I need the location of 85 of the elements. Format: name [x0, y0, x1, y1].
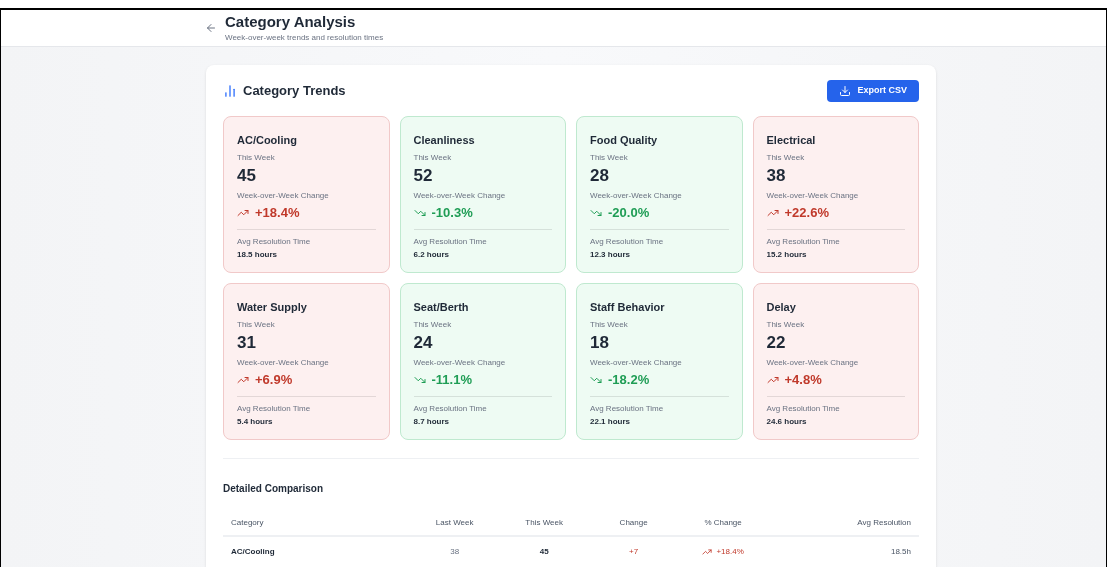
table-cell-text: 18.5h: [889, 546, 911, 558]
stat-label: Avg Resolution Time: [590, 236, 665, 248]
category-name: Electrical: [766, 133, 817, 148]
back-arrow-icon[interactable]: [205, 22, 217, 34]
change-percent: +6.9%: [255, 372, 293, 388]
this-week-count: 45: [237, 165, 257, 187]
stat-label: Week-over-Week Change: [590, 190, 683, 202]
change-percent: -20.0%: [608, 205, 650, 221]
category-name: Water Supply: [237, 300, 308, 315]
stat-label: This Week: [766, 152, 806, 164]
this-week-count: 22: [766, 332, 787, 354]
bar-chart-icon: [223, 84, 237, 98]
change-percent: +4.8%: [784, 372, 822, 388]
category-name: Delay: [766, 300, 797, 315]
table-cell-text: +7: [628, 546, 640, 558]
page-title: Category Analysis: [225, 12, 357, 32]
table-cell-text: AC/Cooling: [231, 546, 276, 558]
category-name: AC/Cooling: [237, 133, 298, 148]
stat-label: Week-over-Week Change: [413, 190, 507, 202]
trending-up-icon: [766, 374, 779, 386]
change-percent: +18.4%: [255, 205, 300, 221]
category-name: Staff Behavior: [590, 300, 666, 315]
stat-label: This Week: [237, 152, 276, 164]
trending-up-icon: [237, 207, 249, 219]
column-header: This Week: [524, 517, 564, 529]
column-header: Avg Resolution: [856, 517, 911, 529]
resolution-time: 15.2 hours: [766, 249, 808, 261]
trending-down-icon: [590, 374, 602, 386]
stat-label: Week-over-Week Change: [237, 357, 330, 369]
change-percent: -11.1%: [431, 372, 472, 388]
panel-title: Category Trends: [243, 82, 346, 101]
table-cell-text: 38: [449, 546, 461, 558]
stat-label: Avg Resolution Time: [590, 403, 665, 415]
trending-up-icon: [766, 207, 779, 219]
table-cell-text: 45: [538, 546, 550, 558]
trending-down-icon: [413, 374, 426, 386]
category-name: Food Quality: [590, 133, 659, 148]
this-week-count: 24: [413, 332, 434, 354]
resolution-time: 5.4 hours: [237, 416, 274, 428]
this-week-count: 28: [590, 165, 610, 187]
change-percent: -10.3%: [431, 205, 473, 221]
stat-label: Week-over-Week Change: [766, 357, 860, 369]
stat-label: Week-over-Week Change: [413, 357, 507, 369]
change-percent: +22.6%: [784, 205, 829, 221]
this-week-count: 31: [237, 332, 257, 354]
stat-label: This Week: [237, 319, 276, 331]
stat-label: Avg Resolution Time: [766, 236, 841, 248]
this-week-count: 18: [590, 332, 610, 354]
resolution-time: 22.1 hours: [590, 416, 631, 428]
resolution-time: 12.3 hours: [590, 249, 631, 261]
stat-label: Week-over-Week Change: [766, 190, 860, 202]
stat-label: This Week: [413, 152, 453, 164]
page-subtitle: Week-over-week trends and resolution times: [225, 32, 384, 44]
trending-down-icon: [413, 207, 426, 219]
this-week-count: 52: [413, 165, 434, 187]
resolution-time: 24.6 hours: [766, 416, 808, 428]
stat-label: This Week: [590, 152, 629, 164]
column-header: % Change: [703, 517, 743, 529]
stat-label: This Week: [413, 319, 453, 331]
resolution-time: 8.7 hours: [413, 416, 451, 428]
resolution-time: 18.5 hours: [237, 249, 278, 261]
trending-up-icon: [237, 374, 249, 386]
category-name: Cleanliness: [413, 133, 476, 148]
resolution-time: 6.2 hours: [413, 249, 451, 261]
stat-label: Week-over-Week Change: [590, 357, 683, 369]
column-header: Last Week: [434, 517, 475, 529]
column-header: Category: [231, 517, 265, 529]
trending-up-icon: [702, 547, 713, 557]
stat-label: Avg Resolution Time: [413, 403, 488, 415]
stat-label: Week-over-Week Change: [237, 190, 330, 202]
stat-label: Avg Resolution Time: [766, 403, 841, 415]
column-header: Change: [618, 517, 649, 529]
download-icon: [839, 85, 852, 97]
stat-label: Avg Resolution Time: [237, 403, 312, 415]
table-cell: +18.4%: [716, 546, 744, 558]
stat-label: Avg Resolution Time: [237, 236, 312, 248]
section-title: Detailed Comparison: [223, 483, 324, 494]
export-csv-button[interactable]: Export CSV: [827, 80, 919, 102]
trending-down-icon: [590, 207, 602, 219]
stat-label: This Week: [590, 319, 629, 331]
category-name: Seat/Berth: [413, 300, 470, 315]
change-percent: -18.2%: [608, 372, 650, 388]
this-week-count: 38: [766, 165, 787, 187]
stat-label: This Week: [766, 319, 806, 331]
stat-label: Avg Resolution Time: [413, 236, 488, 248]
